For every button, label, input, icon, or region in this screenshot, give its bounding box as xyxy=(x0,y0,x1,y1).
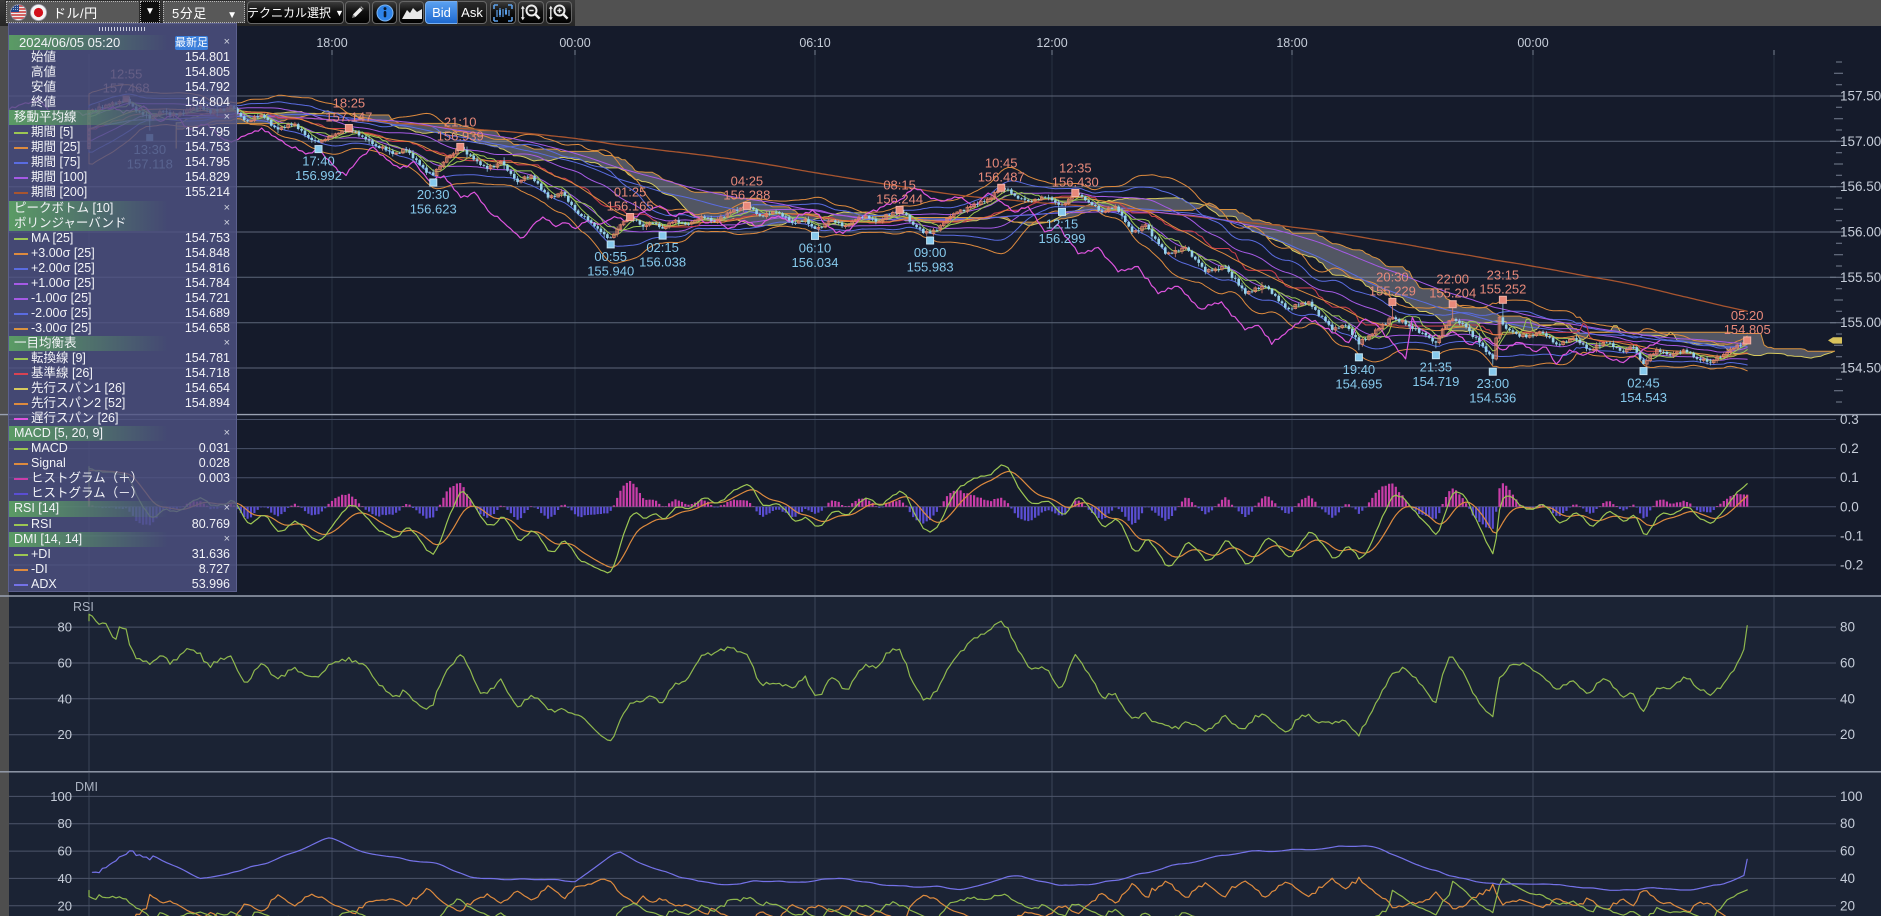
svg-text:08:15: 08:15 xyxy=(883,177,916,192)
svg-text:20:30: 20:30 xyxy=(417,187,450,202)
svg-text:157.147: 157.147 xyxy=(325,110,372,125)
svg-text:06:10: 06:10 xyxy=(799,240,832,255)
svg-text:154.805: 154.805 xyxy=(1724,322,1771,337)
svg-text:156.939: 156.939 xyxy=(437,128,484,143)
svg-text:23:15: 23:15 xyxy=(1487,267,1520,282)
svg-text:80: 80 xyxy=(1840,816,1855,831)
svg-text:154.536: 154.536 xyxy=(1469,391,1516,406)
svg-text:60: 60 xyxy=(1840,844,1855,859)
svg-text:18:00: 18:00 xyxy=(316,36,347,50)
svg-text:100: 100 xyxy=(50,789,72,804)
svg-text:40: 40 xyxy=(1840,691,1855,706)
svg-text:40: 40 xyxy=(58,691,72,706)
svg-text:0.2: 0.2 xyxy=(1840,441,1859,456)
svg-text:-0.1: -0.1 xyxy=(1840,528,1863,543)
svg-text:06:10: 06:10 xyxy=(799,36,830,50)
svg-text:20: 20 xyxy=(1840,727,1855,742)
svg-text:12:35: 12:35 xyxy=(1059,161,1092,176)
svg-text:60: 60 xyxy=(58,656,72,671)
svg-text:02:45: 02:45 xyxy=(1627,376,1660,391)
svg-text:01:25: 01:25 xyxy=(614,185,647,200)
svg-text:21:35: 21:35 xyxy=(1420,360,1453,375)
svg-text:155.00: 155.00 xyxy=(1840,315,1881,330)
svg-text:18:00: 18:00 xyxy=(1276,36,1307,50)
svg-text:156.00: 156.00 xyxy=(1840,225,1881,240)
svg-text:155.50: 155.50 xyxy=(1840,270,1881,285)
svg-text:20: 20 xyxy=(58,898,72,913)
svg-text:156.038: 156.038 xyxy=(639,255,686,270)
svg-text:00:00: 00:00 xyxy=(1517,36,1548,50)
svg-text:157.00: 157.00 xyxy=(1840,134,1881,149)
svg-text:00:00: 00:00 xyxy=(559,36,590,50)
svg-text:156.487: 156.487 xyxy=(978,169,1025,184)
svg-text:18:25: 18:25 xyxy=(333,96,366,111)
svg-text:80: 80 xyxy=(1840,620,1855,635)
svg-text:154.50: 154.50 xyxy=(1840,361,1881,376)
svg-text:20:30: 20:30 xyxy=(1376,269,1409,284)
svg-text:23:00: 23:00 xyxy=(1477,376,1510,391)
svg-text:05:20: 05:20 xyxy=(1731,308,1764,323)
svg-text:155.252: 155.252 xyxy=(1479,281,1526,296)
svg-text:80: 80 xyxy=(58,620,72,635)
svg-text:09:00: 09:00 xyxy=(914,245,947,260)
svg-text:157.50: 157.50 xyxy=(1840,89,1881,104)
svg-text:02:15: 02:15 xyxy=(646,240,679,255)
svg-text:10:45: 10:45 xyxy=(985,155,1018,170)
svg-text:80: 80 xyxy=(58,816,72,831)
svg-text:40: 40 xyxy=(58,871,72,886)
svg-text:155.983: 155.983 xyxy=(907,260,954,275)
svg-text:12:00: 12:00 xyxy=(1036,36,1067,50)
svg-text:156.288: 156.288 xyxy=(723,187,770,202)
svg-text:154.719: 154.719 xyxy=(1412,374,1459,389)
svg-text:21:10: 21:10 xyxy=(444,114,477,129)
svg-text:155.204: 155.204 xyxy=(1429,286,1476,301)
svg-text:17:40: 17:40 xyxy=(302,154,335,169)
svg-text:40: 40 xyxy=(1840,871,1855,886)
svg-text:154.695: 154.695 xyxy=(1335,376,1382,391)
svg-text:100: 100 xyxy=(1840,789,1863,804)
svg-text:20: 20 xyxy=(58,727,72,742)
svg-text:04:25: 04:25 xyxy=(731,173,764,188)
svg-text:22:00: 22:00 xyxy=(1436,272,1469,287)
svg-text:DMI: DMI xyxy=(75,780,98,794)
svg-text:0.0: 0.0 xyxy=(1840,499,1859,514)
svg-text:20: 20 xyxy=(1840,898,1855,913)
svg-text:60: 60 xyxy=(58,844,72,859)
svg-text:156.992: 156.992 xyxy=(295,168,342,183)
svg-text:154.543: 154.543 xyxy=(1620,390,1667,405)
svg-text:156.623: 156.623 xyxy=(410,202,457,217)
svg-text:-0.2: -0.2 xyxy=(1840,558,1863,573)
svg-text:19:40: 19:40 xyxy=(1343,362,1376,377)
svg-text:12:15: 12:15 xyxy=(1046,216,1079,231)
svg-text:156.034: 156.034 xyxy=(792,255,839,270)
svg-text:156.430: 156.430 xyxy=(1052,175,1099,190)
svg-text:156.244: 156.244 xyxy=(876,191,923,206)
svg-text:156.165: 156.165 xyxy=(607,199,654,214)
svg-text:RSI: RSI xyxy=(73,600,94,614)
svg-text:156.50: 156.50 xyxy=(1840,179,1881,194)
svg-text:155.229: 155.229 xyxy=(1369,283,1416,298)
svg-text:0.1: 0.1 xyxy=(1840,470,1859,485)
svg-text:60: 60 xyxy=(1840,656,1855,671)
svg-text:156.299: 156.299 xyxy=(1039,231,1086,246)
svg-text:155.940: 155.940 xyxy=(587,263,634,278)
svg-text:00:55: 00:55 xyxy=(594,249,627,264)
